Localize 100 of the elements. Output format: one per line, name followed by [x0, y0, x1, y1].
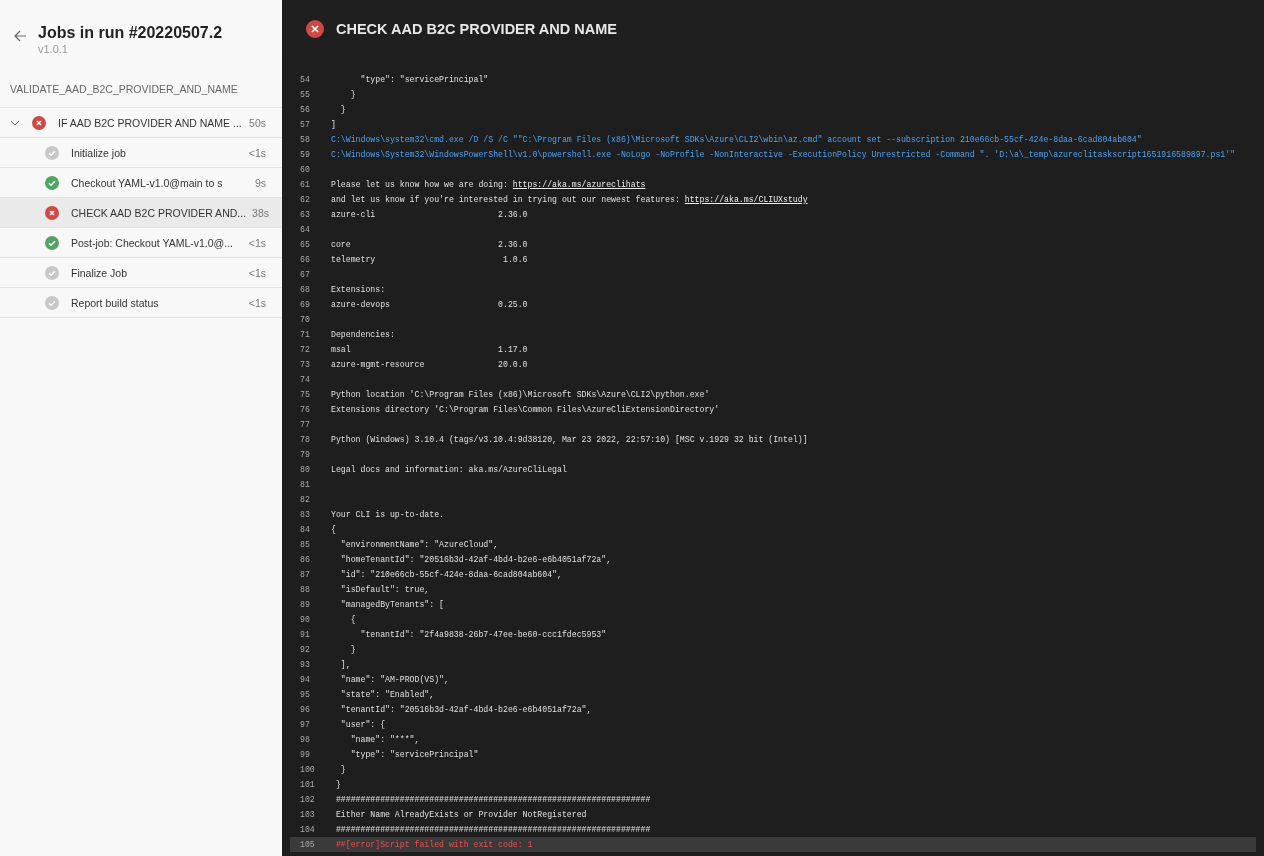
line-number: 88 [299, 585, 311, 594]
log-text: "id": "210e66cb-55cf-424e-8daa-6cad804ab604", [339, 570, 562, 579]
status-icon [45, 205, 59, 220]
step-row[interactable]: Report build status <1s [0, 288, 282, 318]
status-icon [45, 235, 59, 250]
line-number: 67 [299, 270, 311, 279]
step-name: CHECK AAD B2C PROVIDER AND... [71, 206, 248, 219]
log-text: } [349, 90, 356, 99]
line-number: 66 [299, 255, 311, 264]
line-number: 103 [299, 810, 316, 819]
step-row[interactable]: Post-job: Checkout YAML-v1.0@... <1s [0, 228, 282, 258]
line-number: 76 [299, 405, 311, 414]
line-number: 94 [299, 675, 311, 684]
step-row[interactable]: Initialize job <1s [0, 138, 282, 168]
job-row[interactable]: IF AAD B2C PROVIDER AND NAME ... 50s [0, 108, 282, 138]
log-text: ] [331, 120, 336, 129]
step-duration: 9s [254, 176, 266, 189]
log-text: telemetry 1.0.6 [331, 255, 528, 264]
log-text: "type": "servicePrincipal" [349, 750, 479, 759]
log-text: "name": "***", [349, 735, 420, 744]
log-text: and let us know if you're interested in trying out our newest features: [331, 195, 681, 204]
log-text: "type": "servicePrincipal" [359, 75, 489, 84]
step-name: Post-job: Checkout YAML-v1.0@... [71, 236, 234, 249]
line-number: 81 [299, 480, 311, 489]
line-number: 91 [299, 630, 311, 639]
step-name: Initialize job [71, 146, 127, 159]
log-text: } [339, 105, 346, 114]
job-duration: 50s [249, 116, 266, 129]
log-text: ##[error]Script failed with exit code: 1 [334, 840, 533, 849]
log-text: "homeTenantId": "20516b3d-42af-4bd4-b2e6-e6b4051af72a", [339, 555, 612, 564]
line-number: 71 [299, 330, 311, 339]
log-text: core 2.36.0 [331, 240, 528, 249]
line-number: 90 [299, 615, 311, 624]
line-number: 75 [299, 390, 311, 399]
step-row[interactable]: Finalize Job <1s [0, 258, 282, 288]
line-number: 64 [299, 225, 311, 234]
line-number: 95 [299, 690, 311, 699]
status-icon [45, 175, 59, 190]
back-arrow-icon[interactable] [12, 28, 28, 44]
line-number: 58 [299, 135, 311, 144]
step-row[interactable]: CHECK AAD B2C PROVIDER AND... 38s [0, 198, 282, 228]
line-number: 85 [299, 540, 311, 549]
version-label: v1.0.1 [38, 43, 69, 55]
line-number: 74 [299, 375, 311, 384]
log-text: C:\Windows\system32\cmd.exe /D /S /C ""C:\Program Files (x86)\Microsoft SDKs\Azure\CLI2\wbin\az.cmd" account set --subscription 210e66cb-55cf-424e-8daa-6cad804ab604" [331, 135, 1142, 144]
line-number: 55 [299, 90, 311, 99]
line-number: 98 [299, 735, 311, 744]
status-icon [306, 19, 324, 38]
log-text: "environmentName": "AzureCloud", [339, 540, 499, 549]
log-text: { [349, 615, 356, 624]
log-text: Python (Windows) 3.10.4 (tags/v3.10.4:9d38120, Mar 23 2022, 22:57:10) [MSC v.1929 32 bit (Intel)] [331, 435, 808, 444]
line-number: 60 [299, 165, 311, 174]
log-text: msal 1.17.0 [331, 345, 528, 354]
line-number: 54 [299, 75, 311, 84]
line-number: 77 [299, 420, 311, 429]
log-text: ################################################################ [334, 795, 651, 804]
log-link[interactable]: https://aka.ms/azureclihats [512, 180, 646, 189]
step-duration: <1s [248, 296, 266, 309]
job-name: IF AAD B2C PROVIDER AND NAME ... [58, 116, 243, 129]
line-number: 97 [299, 720, 311, 729]
line-number: 70 [299, 315, 311, 324]
line-number: 102 [299, 795, 316, 804]
log-text: Extensions directory 'C:\Program Files\Common Files\AzureCliExtensionDirectory' [331, 405, 720, 414]
log-text: Python location 'C:\Program Files (x86)\Microsoft SDKs\Azure\CLI2\python.exe' [331, 390, 710, 399]
step-duration: <1s [248, 266, 266, 279]
line-number: 93 [299, 660, 311, 669]
log-text: "tenantId": "20516b3d-42af-4bd4-b2e6-e6b4051af72a", [339, 705, 592, 714]
line-number: 87 [299, 570, 311, 579]
status-icon [45, 295, 59, 310]
status-icon [32, 115, 46, 130]
log-text: Legal docs and information: aka.ms/AzureCliLegal [331, 465, 567, 474]
line-number: 69 [299, 300, 311, 309]
log-text: azure-mgmt-resource 20.0.0 [331, 360, 528, 369]
step-duration: 38s [252, 206, 269, 219]
step-name: Report build status [71, 296, 160, 309]
line-number: 89 [299, 600, 311, 609]
log-text: azure-cli 2.36.0 [331, 210, 528, 219]
log-text: "managedByTenants": [ [339, 600, 444, 609]
line-number: 61 [299, 180, 311, 189]
step-name: Finalize Job [71, 266, 129, 279]
line-number: 82 [299, 495, 311, 504]
log-text: azure-devops 0.25.0 [331, 300, 528, 309]
log-text: } [349, 645, 356, 654]
log-link[interactable]: https://aka.ms/CLIUXstudy [684, 195, 808, 204]
log-title: CHECK AAD B2C PROVIDER AND NAME [336, 20, 617, 37]
log-text: { [331, 525, 336, 534]
line-number: 84 [299, 525, 311, 534]
page-title: Jobs in run #20220507.2 [38, 24, 223, 42]
line-number: 101 [299, 780, 316, 789]
log-text: "user": { [339, 720, 386, 729]
line-number: 100 [299, 765, 316, 774]
line-number: 68 [299, 285, 311, 294]
log-text: "state": "Enabled", [339, 690, 435, 699]
line-number: 78 [299, 435, 311, 444]
line-number: 80 [299, 465, 311, 474]
line-number: 92 [299, 645, 311, 654]
line-number: 72 [299, 345, 311, 354]
status-icon [45, 145, 59, 160]
log-text: Dependencies: [331, 330, 395, 339]
step-duration: <1s [248, 236, 266, 249]
